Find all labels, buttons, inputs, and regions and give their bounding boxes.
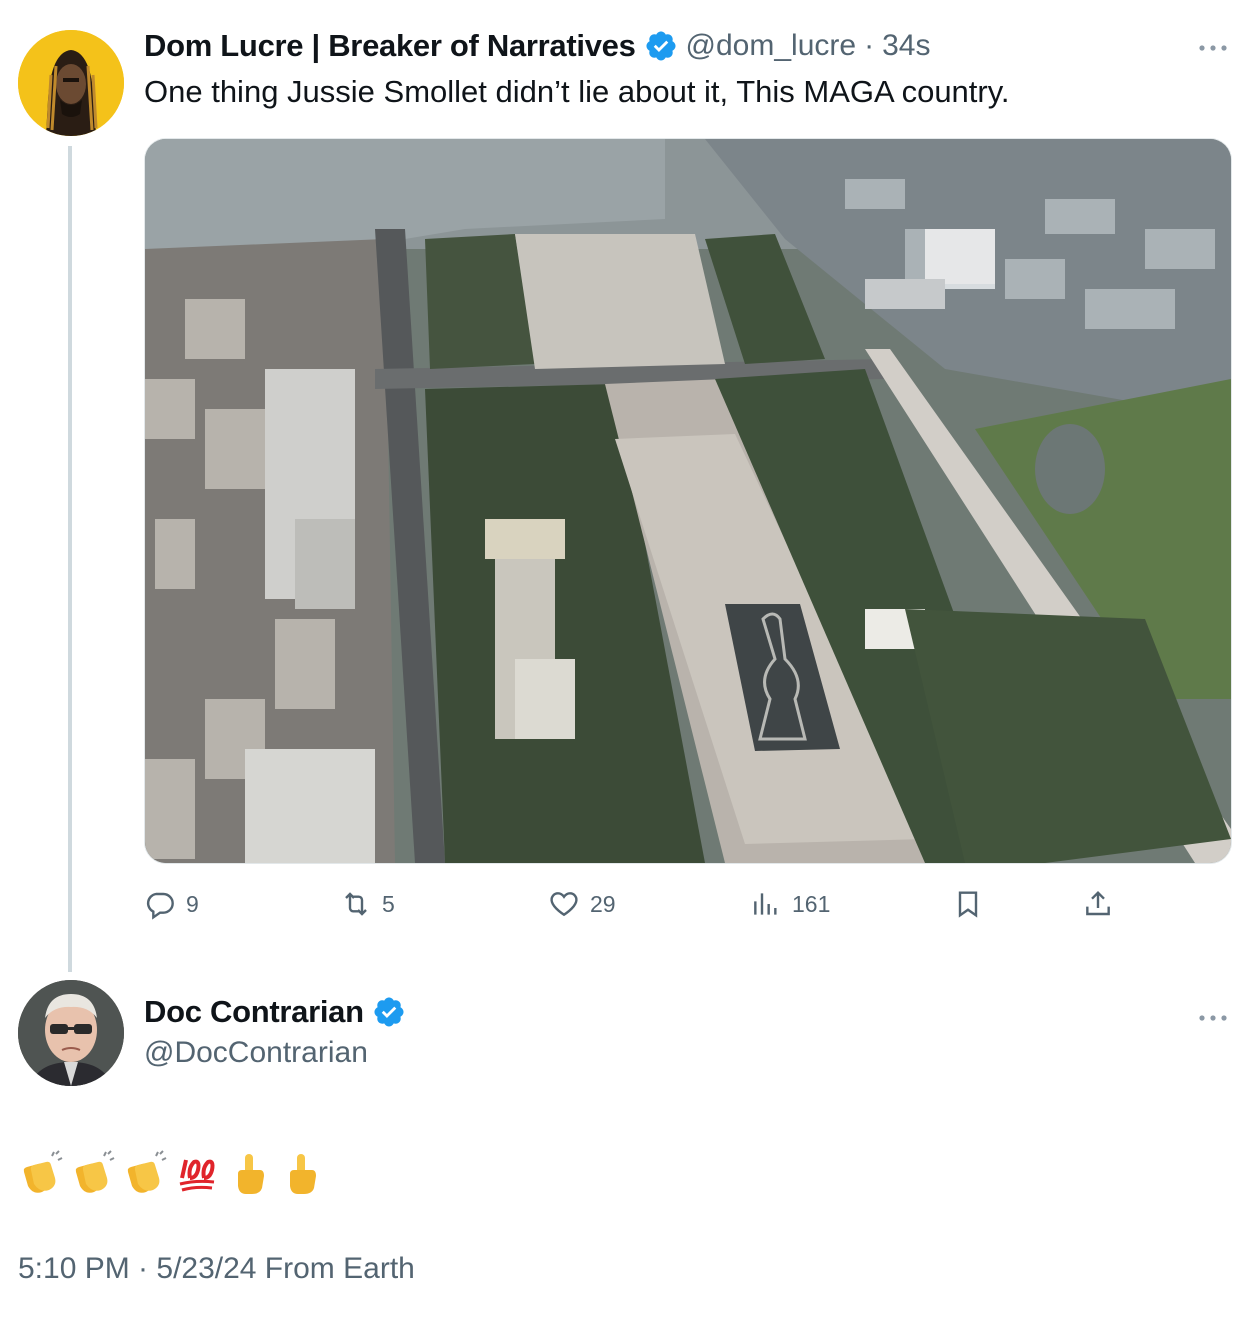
share-icon [1086, 890, 1110, 916]
author-handle[interactable]: @dom_lucre [686, 29, 857, 63]
separator-dot: · [864, 29, 875, 62]
views-icon [754, 893, 777, 915]
bookmark-icon [958, 891, 978, 918]
reply-author-avatar[interactable] [18, 980, 124, 1086]
bookmark-button[interactable] [952, 884, 984, 924]
reply-timestamp[interactable]: 5:10 PM · 5/23/24 From Earth [18, 1252, 415, 1286]
reply-text [18, 1148, 324, 1198]
like-count: 29 [590, 890, 616, 917]
author-name[interactable]: Dom Lucre | Breaker of Narratives [144, 28, 636, 64]
thread-connector-line [68, 146, 72, 972]
pointing-up-icon [238, 1154, 264, 1194]
reply-button[interactable]: 9 [144, 884, 199, 924]
verified-badge-icon [644, 29, 678, 63]
hundred-points-icon [179, 1159, 215, 1192]
clapping-hands-icon [23, 1150, 63, 1193]
clapping-hands-icon [127, 1150, 167, 1193]
reply-author-handle[interactable]: @DocContrarian [144, 1036, 368, 1070]
tweet-header: Dom Lucre | Breaker of Narratives @dom_l… [144, 26, 930, 66]
more-icon[interactable] [1198, 40, 1228, 51]
repost-count: 5 [382, 890, 395, 917]
like-icon [550, 892, 578, 917]
tweet-time[interactable]: 34s [882, 29, 930, 63]
views-count: 161 [792, 890, 831, 917]
clapping-hands-icon [75, 1150, 115, 1193]
repost-icon [345, 892, 367, 916]
more-icon[interactable] [1198, 1010, 1228, 1021]
reply-count: 9 [186, 890, 199, 917]
reply-author-name[interactable]: Doc Contrarian [144, 994, 364, 1030]
author-avatar[interactable] [18, 30, 124, 136]
views-button[interactable]: 161 [750, 884, 830, 924]
verified-badge-icon [372, 995, 406, 1029]
tweet-text: One thing Jussie Smollet didn’t lie abou… [144, 74, 1010, 109]
repost-button[interactable]: 5 [340, 884, 395, 924]
reply-icon [146, 892, 174, 920]
reply-author-name-row: Doc Contrarian [144, 994, 406, 1030]
like-button[interactable]: 29 [548, 884, 616, 924]
share-button[interactable] [1082, 884, 1114, 924]
pointing-up-icon [290, 1154, 316, 1194]
tweet-media-photo[interactable] [144, 138, 1232, 864]
